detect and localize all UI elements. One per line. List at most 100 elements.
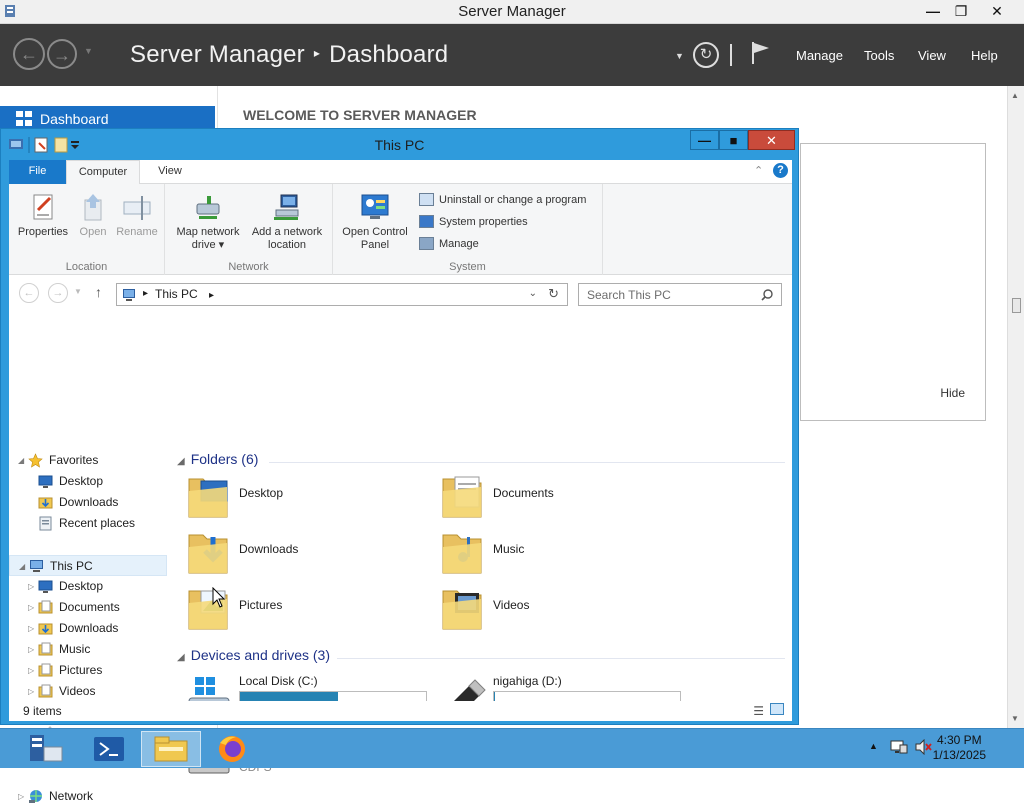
- sm-header: ← → ▼ Server Manager ▸ Dashboard ▼ ↻ Manag…: [0, 24, 1024, 86]
- nav-item-pc-documents[interactable]: ▷ Documents: [9, 597, 167, 618]
- folder-label: Pictures: [239, 598, 283, 612]
- menu-view[interactable]: View: [918, 48, 946, 63]
- system-properties-label: System properties: [439, 216, 528, 228]
- forward-arrow-icon[interactable]: →: [47, 39, 77, 69]
- nav-item-network[interactable]: ▷ Network: [9, 786, 167, 807]
- explorer-close-button[interactable]: ✕: [748, 130, 795, 150]
- large-icons-view-icon[interactable]: [770, 703, 784, 715]
- system-properties-button[interactable]: System properties: [419, 213, 528, 231]
- menu-manage[interactable]: Manage: [796, 48, 843, 63]
- expand-arrow-icon[interactable]: ▷: [28, 618, 34, 639]
- folder-music[interactable]: Music: [441, 525, 681, 577]
- search-icon[interactable]: [761, 289, 773, 301]
- group-label-location: Location: [65, 261, 108, 273]
- powershell-button[interactable]: [80, 731, 140, 767]
- menu-help[interactable]: Help: [971, 48, 998, 63]
- history-dropdown-icon[interactable]: ▼: [84, 46, 93, 56]
- nav-item-pc-downloads[interactable]: ▷ Downloads: [9, 618, 167, 639]
- menu-tools[interactable]: Tools: [864, 48, 894, 63]
- help-icon[interactable]: ?: [773, 163, 788, 178]
- nav-item-this-pc[interactable]: ◢ This PC: [9, 555, 167, 576]
- group-label-network: Network: [228, 261, 269, 273]
- nav-item-pc-desktop[interactable]: ▷ Desktop: [9, 576, 167, 597]
- expand-arrow-icon[interactable]: ▷: [18, 786, 24, 807]
- refresh-dropdown-icon[interactable]: ▼: [675, 51, 684, 61]
- address-path-this-pc[interactable]: This PC: [155, 287, 198, 301]
- folder-videos[interactable]: Videos: [441, 581, 681, 633]
- expand-arrow-icon[interactable]: ▷: [28, 639, 34, 660]
- sm-scrollbar[interactable]: ▲ ▼: [1007, 86, 1024, 730]
- refresh-icon[interactable]: ↻: [548, 286, 559, 302]
- map-network-drive-button[interactable]: Map network drive ▾: [171, 192, 245, 252]
- add-network-location-button[interactable]: Add a network location: [247, 192, 327, 252]
- open-control-panel-button[interactable]: Open Control Panel: [337, 192, 413, 252]
- folder-downloads[interactable]: Downloads: [187, 525, 427, 577]
- tab-view[interactable]: View: [140, 160, 200, 184]
- nav-item-fav-recent[interactable]: Recent places: [9, 513, 167, 534]
- address-box[interactable]: ▸ This PC ▸ ⌄ ↻: [116, 283, 568, 306]
- expand-arrow-icon[interactable]: ▷: [28, 597, 34, 618]
- file-explorer-button[interactable]: [141, 731, 201, 767]
- pc-icon: [30, 560, 43, 572]
- manage-button[interactable]: Manage: [419, 235, 479, 253]
- open-button[interactable]: Open: [73, 192, 113, 239]
- address-chevron-icon[interactable]: ▸: [143, 288, 148, 299]
- properties-button[interactable]: Properties: [15, 192, 71, 239]
- content-pane: ◢ Folders (6) Desktop Documents Downloads Mu…: [167, 313, 792, 774]
- star-icon: [28, 453, 43, 468]
- show-hidden-icons-icon[interactable]: ▲: [869, 741, 878, 751]
- back-button[interactable]: ←: [19, 283, 39, 303]
- firefox-button[interactable]: [202, 731, 262, 767]
- tab-computer[interactable]: Computer: [66, 160, 140, 185]
- details-view-icon[interactable]: ☰: [753, 704, 764, 718]
- map-network-drive-label-2: drive ▾: [191, 239, 225, 251]
- hide-link[interactable]: Hide: [940, 386, 965, 400]
- mouse-cursor-icon: [212, 587, 226, 608]
- explorer-maximize-button[interactable]: ■: [719, 130, 748, 150]
- notifications-flag-icon[interactable]: [750, 40, 772, 66]
- scroll-down-icon[interactable]: ▼: [1011, 714, 1019, 723]
- collapse-ribbon-icon[interactable]: ⌃: [754, 164, 763, 177]
- expand-arrow-icon[interactable]: ▷: [28, 660, 34, 681]
- folders-group-header[interactable]: ◢ Folders (6): [177, 451, 258, 467]
- sm-minimize-button[interactable]: —: [918, 0, 948, 22]
- expand-arrow-icon[interactable]: ▷: [28, 576, 34, 597]
- folder-documents[interactable]: Documents: [441, 469, 681, 521]
- start-button[interactable]: [18, 731, 78, 767]
- nav-item-fav-desktop[interactable]: Desktop: [9, 471, 167, 492]
- back-arrow-icon[interactable]: ←: [13, 38, 45, 70]
- nav-item-pc-videos[interactable]: ▷ Videos: [9, 681, 167, 702]
- collapse-group-icon[interactable]: ◢: [177, 652, 185, 663]
- forward-button[interactable]: →: [48, 283, 68, 303]
- nav-item-fav-downloads[interactable]: Downloads: [9, 492, 167, 513]
- map-network-drive-icon: [196, 196, 220, 219]
- group-divider: [269, 462, 785, 463]
- expand-arrow-icon[interactable]: ◢: [19, 556, 25, 575]
- nav-item-pc-pictures[interactable]: ▷ Pictures: [9, 660, 167, 681]
- recent-locations-icon[interactable]: ▼: [74, 287, 82, 296]
- network-tray-icon[interactable]: [890, 739, 908, 755]
- scroll-thumb[interactable]: [1012, 298, 1021, 313]
- folder-desktop[interactable]: Desktop: [187, 469, 427, 521]
- nav-item-label: Recent places: [59, 516, 136, 530]
- search-input[interactable]: Search This PC: [578, 283, 782, 306]
- sm-maximize-button[interactable]: ❐: [946, 0, 976, 22]
- explorer-minimize-button[interactable]: —: [690, 130, 719, 150]
- uninstall-program-button[interactable]: Uninstall or change a program: [419, 191, 586, 209]
- collapse-group-icon[interactable]: ◢: [177, 456, 185, 467]
- drives-group-header[interactable]: ◢ Devices and drives (3): [177, 647, 330, 663]
- scroll-up-icon[interactable]: ▲: [1011, 91, 1019, 100]
- refresh-icon[interactable]: ↻: [693, 42, 719, 68]
- system-clock[interactable]: 4:30 PM 1/13/2025: [933, 733, 986, 763]
- nav-item-pc-music[interactable]: ▷ Music: [9, 639, 167, 660]
- volume-muted-icon[interactable]: [914, 739, 932, 755]
- rename-button[interactable]: Rename: [113, 192, 161, 239]
- nav-item-favorites[interactable]: ◢ Favorites: [9, 450, 167, 471]
- sm-close-button[interactable]: ✕: [982, 0, 1012, 22]
- expand-arrow-icon[interactable]: ▷: [28, 681, 34, 702]
- expand-arrow-icon[interactable]: ◢: [18, 450, 24, 471]
- up-arrow-icon[interactable]: ↑: [95, 284, 102, 300]
- address-dropdown-icon[interactable]: ⌄: [529, 288, 537, 299]
- address-chevron-2-icon[interactable]: ▸: [209, 290, 214, 301]
- tab-file[interactable]: File: [9, 160, 66, 184]
